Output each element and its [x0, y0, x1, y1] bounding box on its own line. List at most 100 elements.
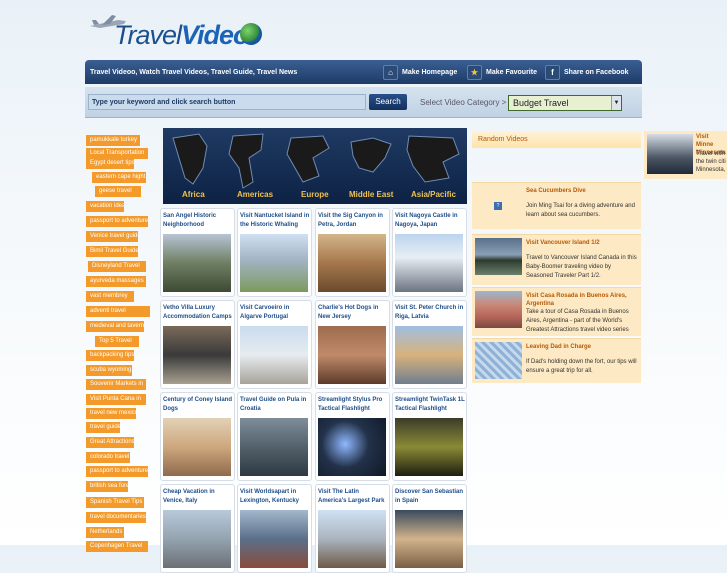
sidebar-tag[interactable]: Copenhagen Travel — [86, 541, 148, 552]
video-title[interactable]: Vetho Villa Luxury Accommodation Camps — [163, 304, 233, 322]
video-title[interactable]: Visit The Latin America's Largest Park — [318, 488, 388, 506]
sidebar-tag[interactable]: Netherlands — [86, 527, 124, 538]
sidebar-tag[interactable]: ayurveda massages — [86, 276, 146, 287]
search-button[interactable]: Search — [369, 94, 407, 110]
video-card[interactable]: Visit Nagoya Castle in Nagoya, Japan — [392, 208, 467, 297]
video-title[interactable]: Charlie's Hot Dogs in New Jersey — [318, 304, 388, 322]
video-thumbnail[interactable] — [163, 234, 231, 292]
random-video-item[interactable]: ? Sea Cucumbers Dive Join Ming Tsai for … — [472, 182, 641, 229]
video-card[interactable]: Charlie's Hot Dogs in New Jersey — [315, 300, 390, 389]
video-title[interactable]: Century of Coney Island Dogs — [163, 396, 233, 414]
sidebar-tag[interactable]: pamukkale turkey — [86, 135, 140, 146]
sidebar-tag[interactable]: medieval and taverns — [86, 321, 144, 332]
region-middle-east[interactable]: Middle East — [349, 190, 393, 199]
video-card[interactable]: Visit The Latin America's Largest Park — [315, 484, 390, 573]
make-favourite-button[interactable]: ★ Make Favourite — [467, 64, 537, 80]
video-thumbnail[interactable] — [395, 418, 463, 476]
video-thumbnail[interactable] — [240, 234, 308, 292]
make-homepage-button[interactable]: ⌂ Make Homepage — [383, 64, 457, 80]
video-card[interactable]: Visit Worldsapart in Lexington, Kentucky — [237, 484, 312, 573]
sidebar-tag[interactable]: scuba wyoming — [86, 365, 132, 376]
video-thumbnail[interactable] — [240, 510, 308, 568]
video-card[interactable]: San Angel Historic Neighborhood — [160, 208, 235, 297]
random-video-title[interactable]: Leaving Dad in Charge — [526, 343, 638, 351]
sidebar-tag[interactable]: travel new mexico — [86, 408, 136, 419]
share-facebook-button[interactable]: f Share on Facebook — [545, 64, 629, 80]
sidebar-tag[interactable]: Venice travel guide — [86, 231, 138, 242]
sidebar-tag[interactable]: backpacking tips — [86, 350, 134, 361]
sidebar-tag[interactable]: Souvenir Markets in — [86, 379, 146, 390]
video-card[interactable]: Travel Guide on Pula in Croatia — [237, 392, 312, 481]
category-select[interactable]: Budget Travel ▼ — [508, 95, 622, 111]
video-thumbnail[interactable] — [318, 326, 386, 384]
random-video-item[interactable]: Visit Vancouver Island 1/2 Travel to Van… — [472, 234, 641, 285]
sidebar-tag[interactable]: adventi travel — [86, 306, 150, 317]
sidebar-tag[interactable]: travel guide — [86, 422, 120, 433]
video-card[interactable]: Visit Nantucket Island in the Historic W… — [237, 208, 312, 297]
video-title[interactable]: Travel Guide on Pula in Croatia — [240, 396, 310, 414]
video-card[interactable]: Century of Coney Island Dogs — [160, 392, 235, 481]
search-input[interactable]: Type your keyword and click search butto… — [88, 94, 366, 110]
site-logo[interactable]: TravelVideo — [88, 12, 278, 52]
video-card[interactable]: Streamlight Stylus Pro Tactical Flashlig… — [315, 392, 390, 481]
video-thumbnail[interactable] — [395, 510, 463, 568]
sidebar-tag[interactable]: travel documentaries — [86, 512, 146, 523]
sidebar-tag[interactable]: colorado travel — [86, 452, 130, 463]
sidebar-tag[interactable]: eastern cape hight — [92, 172, 146, 183]
video-card[interactable]: Visit the Sig Canyon in Petra, Jordan — [315, 208, 390, 297]
video-thumbnail[interactable] — [318, 510, 386, 568]
sidebar-tag[interactable]: Spanish Travel Tips — [86, 497, 144, 508]
video-card[interactable]: Vetho Villa Luxury Accommodation Camps — [160, 300, 235, 389]
random-video-item[interactable]: Leaving Dad in Charge If Dad's holding d… — [472, 338, 641, 383]
region-americas[interactable]: Americas — [237, 190, 273, 199]
region-europe[interactable]: Europe — [301, 190, 329, 199]
sidebar-tag[interactable]: vacation ideas — [86, 201, 124, 212]
region-asia-pacific[interactable]: Asia/Pacific — [411, 190, 456, 199]
random-video-title[interactable]: Visit Casa Rosada in Buenos Aires, Argen… — [526, 292, 638, 308]
video-title[interactable]: Discover San Sebastian in Spain — [395, 488, 465, 506]
sidebar-tag[interactable]: passport to adventure — [86, 216, 148, 227]
video-title[interactable]: Streamlight Stylus Pro Tactical Flashlig… — [318, 396, 388, 414]
sidebar-tag[interactable]: Disneyland Travel — [88, 261, 146, 272]
sidebar-tag[interactable]: Top 5 Travel — [95, 336, 139, 347]
video-title[interactable]: Visit Worldsapart in Lexington, Kentucky — [240, 488, 310, 506]
video-card[interactable]: Streamlight TwinTask 1L Tactical Flashli… — [392, 392, 467, 481]
video-title[interactable]: Visit Carvoeiro in Algarve Portugal — [240, 304, 310, 322]
video-thumbnail[interactable] — [163, 418, 231, 476]
random-video-title[interactable]: Visit Vancouver Island 1/2 — [526, 239, 638, 247]
random-video-item[interactable]: Visit Casa Rosada in Buenos Aires, Argen… — [472, 287, 641, 336]
video-title[interactable]: San Angel Historic Neighborhood — [163, 212, 233, 230]
video-card[interactable]: Cheap Vacation in Venice, Italy — [160, 484, 235, 573]
video-thumbnail[interactable] — [240, 326, 308, 384]
video-card[interactable]: Visit St. Peter Church in Riga, Latvia — [392, 300, 467, 389]
sidebar-tag[interactable]: Visit Punta Cana in — [86, 394, 146, 405]
sidebar-tag[interactable]: vast membrey — [86, 291, 134, 302]
video-thumbnail[interactable] — [240, 418, 308, 476]
video-title[interactable]: Streamlight TwinTask 1L Tactical Flashli… — [395, 396, 465, 414]
video-thumbnail[interactable] — [163, 326, 231, 384]
sidebar-tag[interactable]: geese travel — [95, 186, 141, 197]
video-card[interactable]: Discover San Sebastian in Spain — [392, 484, 467, 573]
video-thumbnail[interactable] — [475, 342, 522, 379]
sidebar-tag[interactable]: Great Attractions — [86, 437, 134, 448]
video-title[interactable]: Visit Nantucket Island in the Historic W… — [240, 212, 310, 230]
random-video-title[interactable]: Sea Cucumbers Dive — [526, 187, 638, 195]
video-title[interactable]: Visit the Sig Canyon in Petra, Jordan — [318, 212, 388, 230]
video-thumbnail[interactable] — [647, 134, 693, 174]
video-thumbnail[interactable] — [318, 418, 386, 476]
video-title[interactable]: Visit St. Peter Church in Riga, Latvia — [395, 304, 465, 322]
video-thumbnail[interactable] — [475, 291, 522, 328]
video-thumbnail[interactable] — [475, 238, 522, 275]
video-thumbnail[interactable] — [318, 234, 386, 292]
side-video-card[interactable]: Visit Minne Minnesota Travel with the tw… — [644, 131, 727, 179]
video-title[interactable]: Cheap Vacation in Venice, Italy — [163, 488, 233, 506]
video-thumbnail[interactable] — [395, 234, 463, 292]
video-thumbnail[interactable] — [395, 326, 463, 384]
sidebar-tag[interactable]: passport to adventure — [86, 466, 148, 477]
video-card[interactable]: Visit Carvoeiro in Algarve Portugal — [237, 300, 312, 389]
region-africa[interactable]: Africa — [182, 190, 205, 199]
sidebar-tag[interactable]: Egypt desert tips — [86, 158, 134, 169]
video-title[interactable]: Visit Nagoya Castle in Nagoya, Japan — [395, 212, 465, 230]
sidebar-tag[interactable]: Bimil Travel Guide — [86, 246, 138, 257]
video-thumbnail[interactable] — [163, 510, 231, 568]
